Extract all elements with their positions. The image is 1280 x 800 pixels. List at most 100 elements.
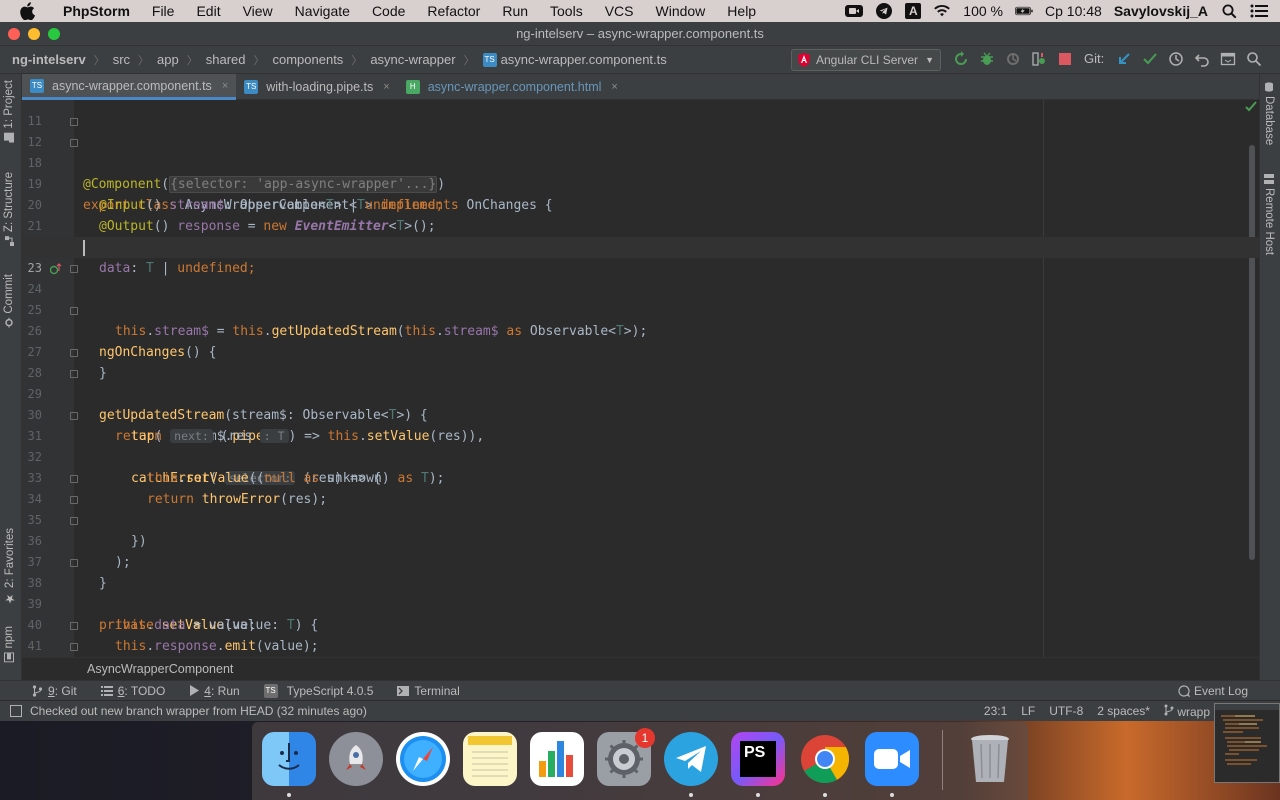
tool-window-git[interactable]: 9: Git xyxy=(32,684,77,698)
menu-edit[interactable]: Edit xyxy=(185,3,231,19)
launchpad-rocket-icon[interactable] xyxy=(329,732,383,786)
menu-app-name[interactable]: PhpStorm xyxy=(52,3,141,19)
menu-view[interactable]: View xyxy=(232,3,284,19)
rollback-icon[interactable] xyxy=(1193,50,1210,67)
editor-breadcrumb[interactable]: AsyncWrapperComponent xyxy=(22,657,1259,680)
git-update-icon[interactable] xyxy=(1115,50,1132,67)
telegram-icon[interactable] xyxy=(664,732,718,786)
wifi-icon[interactable] xyxy=(933,3,951,19)
safari-compass-icon[interactable] xyxy=(396,732,450,786)
close-icon[interactable]: × xyxy=(222,80,228,92)
zoom-window-button[interactable] xyxy=(48,28,60,40)
menu-code[interactable]: Code xyxy=(361,3,416,19)
close-icon[interactable]: × xyxy=(611,81,617,93)
fold-marker-icon[interactable] xyxy=(70,265,78,273)
zoom-video-icon[interactable] xyxy=(865,732,919,786)
input-source-icon[interactable]: A xyxy=(905,3,922,19)
trash-icon[interactable] xyxy=(963,732,1017,786)
spotlight-search-icon[interactable] xyxy=(1220,3,1238,19)
fold-marker-icon[interactable] xyxy=(70,559,78,567)
tool-window-typescript[interactable]: TS TypeScript 4.0.5 xyxy=(263,683,373,698)
tool-tab-project[interactable]: 1: Project xyxy=(3,80,15,143)
tool-tab-database[interactable]: Database xyxy=(1263,82,1275,145)
profile-icon[interactable] xyxy=(1004,50,1021,67)
breadcrumb-app[interactable]: app xyxy=(157,52,179,67)
menu-window[interactable]: Window xyxy=(645,3,717,19)
fold-marker-icon[interactable] xyxy=(70,412,78,420)
implements-method-icon[interactable] xyxy=(50,263,62,275)
toggle-tool-windows-icon[interactable] xyxy=(10,705,22,717)
fold-marker-icon[interactable] xyxy=(70,643,78,651)
breadcrumb-project[interactable]: ng-intelserv xyxy=(12,52,86,67)
breadcrumb-components[interactable]: components xyxy=(272,52,343,67)
caret-position[interactable]: 23:1 xyxy=(984,704,1007,719)
system-preferences-gear-icon[interactable]: 1 xyxy=(597,728,655,786)
menu-navigate[interactable]: Navigate xyxy=(284,3,361,19)
menu-tools[interactable]: Tools xyxy=(539,3,594,19)
tool-tab-remote-host[interactable]: Remote Host xyxy=(1263,174,1275,255)
fold-marker-icon[interactable] xyxy=(70,370,78,378)
event-log-button[interactable]: Event Log xyxy=(1178,684,1248,698)
fold-marker-icon[interactable] xyxy=(70,475,78,483)
fold-marker-icon[interactable] xyxy=(70,496,78,504)
debug-icon[interactable] xyxy=(978,50,995,67)
tool-tab-npm[interactable]: npm xyxy=(3,626,15,663)
video-camera-icon[interactable] xyxy=(845,3,864,19)
breadcrumb-src[interactable]: src xyxy=(113,52,130,67)
breadcrumb-shared[interactable]: shared xyxy=(206,52,246,67)
tab-async-wrapper-component-html[interactable]: H async-wrapper.component.html × xyxy=(398,74,626,100)
menu-help[interactable]: Help xyxy=(716,3,767,19)
tool-tab-favorites[interactable]: ★ 2: Favorites xyxy=(3,528,17,606)
fold-marker-icon[interactable] xyxy=(70,517,78,525)
notes-icon[interactable] xyxy=(463,732,517,786)
fold-marker-icon[interactable] xyxy=(70,139,78,147)
run-configuration-select[interactable]: Angular CLI Server ▼ xyxy=(791,49,941,71)
menu-refactor[interactable]: Refactor xyxy=(416,3,491,19)
attach-debugger-icon[interactable] xyxy=(1030,50,1047,67)
history-clock-icon[interactable] xyxy=(1167,50,1184,67)
code-line-11: 11 xyxy=(22,100,1259,128)
fold-marker-icon[interactable] xyxy=(70,118,78,126)
tool-tab-commit[interactable]: Commit xyxy=(3,274,15,328)
tool-window-todo[interactable]: 6: TODO xyxy=(100,684,165,698)
numbers-chart-icon[interactable] xyxy=(530,732,584,786)
rerun-icon[interactable] xyxy=(952,50,969,67)
indent-setting[interactable]: 2 spaces* xyxy=(1097,704,1150,719)
fold-marker-icon[interactable] xyxy=(70,622,78,630)
menubar-user[interactable]: Savylovskij_A xyxy=(1114,3,1208,19)
close-icon[interactable]: × xyxy=(383,81,389,93)
search-icon[interactable] xyxy=(1245,50,1262,67)
menu-vcs[interactable]: VCS xyxy=(594,3,645,19)
tool-window-run[interactable]: 4: Run xyxy=(189,684,240,698)
screenshot-thumbnail-preview[interactable] xyxy=(1214,703,1280,783)
line-separator[interactable]: LF xyxy=(1021,704,1035,719)
editor-breadcrumb-class[interactable]: AsyncWrapperComponent xyxy=(87,662,233,676)
tab-async-wrapper-component-ts[interactable]: TS async-wrapper.component.ts × xyxy=(22,74,237,100)
git-commit-check-icon[interactable] xyxy=(1141,50,1158,67)
battery-charging-icon[interactable] xyxy=(1015,3,1033,19)
chrome-icon[interactable] xyxy=(798,732,852,786)
git-branch-widget[interactable]: wrapp xyxy=(1164,704,1210,719)
menubar-clock[interactable]: Ср 10:48 xyxy=(1045,3,1102,19)
telegram-status-icon[interactable] xyxy=(875,3,893,19)
finder-icon[interactable] xyxy=(262,732,316,786)
status-message[interactable]: Checked out new branch wrapper from HEAD… xyxy=(30,704,367,718)
fold-marker-icon[interactable] xyxy=(70,349,78,357)
tab-with-loading-pipe-ts[interactable]: TS with-loading.pipe.ts × xyxy=(236,74,397,100)
breadcrumb-async-wrapper[interactable]: async-wrapper xyxy=(370,52,455,67)
fold-marker-icon[interactable] xyxy=(70,307,78,315)
apple-icon[interactable] xyxy=(18,2,36,20)
code-editor[interactable]: 11 12 @Component({selector: 'app-async-w… xyxy=(22,100,1259,657)
close-window-button[interactable] xyxy=(8,28,20,40)
presentation-mode-icon[interactable] xyxy=(1219,50,1236,67)
menu-file[interactable]: File xyxy=(141,3,186,19)
phpstorm-icon[interactable]: PS xyxy=(731,732,785,786)
tool-window-terminal[interactable]: Terminal xyxy=(397,684,460,698)
breadcrumb-file[interactable]: async-wrapper.component.ts xyxy=(501,52,667,67)
stop-icon[interactable] xyxy=(1056,50,1073,67)
menu-run[interactable]: Run xyxy=(491,3,539,19)
file-encoding[interactable]: UTF-8 xyxy=(1049,704,1083,719)
notification-center-icon[interactable] xyxy=(1250,3,1268,19)
minimize-window-button[interactable] xyxy=(28,28,40,40)
tool-tab-structure[interactable]: Z: Structure xyxy=(3,172,15,247)
